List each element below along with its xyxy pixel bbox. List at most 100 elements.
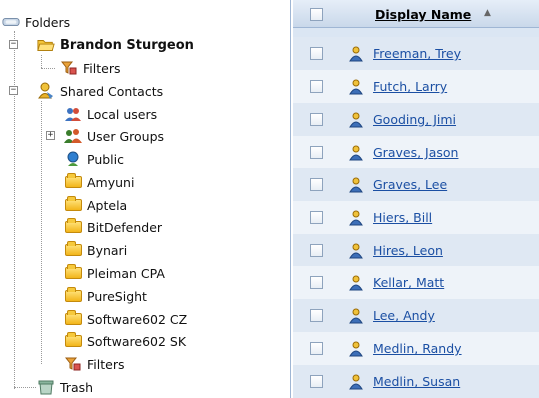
tree-item-folders[interactable]: Folders: [2, 11, 70, 33]
collapse-toggle-icon[interactable]: −: [9, 86, 18, 95]
row-checkbox[interactable]: [310, 80, 323, 93]
row-checkbox[interactable]: [310, 211, 323, 224]
tree-item-label: Bynari: [87, 242, 128, 258]
contact-name-link[interactable]: Medlin, Randy: [373, 341, 462, 356]
contact-row[interactable]: Medlin, Randy: [293, 332, 539, 365]
tree-item-label: Public: [87, 151, 124, 167]
folder-icon: [64, 264, 82, 281]
tree-item-local-users[interactable]: Local users: [64, 103, 157, 125]
contact-person-icon: [349, 112, 363, 128]
tree-item-label: Trash: [60, 379, 94, 395]
open-folder-icon: [37, 37, 55, 53]
row-checkbox[interactable]: [310, 309, 323, 322]
folder-icon: [64, 332, 82, 349]
contact-row[interactable]: Graves, Lee: [293, 168, 539, 201]
row-checkbox[interactable]: [310, 178, 323, 191]
contact-person-icon: [349, 79, 363, 95]
row-checkbox[interactable]: [310, 342, 323, 355]
contact-name-link[interactable]: Hiers, Bill: [373, 210, 432, 225]
tree-connector: [41, 101, 42, 364]
contact-name-link[interactable]: Gooding, Jimi: [373, 112, 456, 127]
row-checkbox[interactable]: [310, 47, 323, 60]
contact-name-link[interactable]: Kellar, Matt: [373, 275, 444, 290]
tree-item-pleiman-cpa[interactable]: Pleiman CPA: [64, 262, 165, 284]
tree-item-software602-sk[interactable]: Software602 SK: [64, 330, 186, 352]
row-checkbox[interactable]: [310, 276, 323, 289]
tree-item-user-groups[interactable]: User Groups: [64, 125, 164, 147]
tree-item-label: Software602 CZ: [87, 311, 188, 327]
tree-item-aptela[interactable]: Aptela: [64, 194, 127, 216]
contact-row[interactable]: Medlin, Susan: [293, 365, 539, 398]
tree-item-filters[interactable]: Filters: [64, 353, 124, 375]
tree-item-software602-cz[interactable]: Software602 CZ: [64, 308, 187, 330]
folders-root-icon: [2, 14, 20, 30]
contact-person-icon: [349, 374, 363, 390]
tree-item-label: Folders: [25, 14, 71, 30]
tree-item-brandon-sturgeon[interactable]: Brandon Sturgeon: [37, 34, 194, 56]
tree-item-label: Filters: [83, 60, 121, 76]
tree-item-filters[interactable]: Filters: [60, 57, 120, 79]
contact-name-link[interactable]: Lee, Andy: [373, 308, 435, 323]
contact-person-icon: [349, 275, 363, 291]
grid-header: Display Name ▲: [293, 0, 539, 28]
user-groups-icon: [64, 128, 82, 144]
filter-icon: [64, 356, 82, 372]
sort-ascending-icon: ▲: [484, 8, 491, 18]
tree-item-label: PureSight: [87, 288, 147, 304]
contact-row[interactable]: Hires, Leon: [293, 234, 539, 267]
row-checkbox[interactable]: [310, 244, 323, 257]
contact-person-icon: [349, 177, 363, 193]
folder-icon: [64, 218, 82, 235]
tree-connector: [41, 68, 55, 69]
local-users-icon: [64, 106, 82, 122]
contact-person-icon: [349, 243, 363, 259]
contact-row[interactable]: Hiers, Bill: [293, 201, 539, 234]
tree-item-label: User Groups: [87, 128, 165, 144]
contact-row[interactable]: Futch, Larry: [293, 70, 539, 103]
select-all-checkbox[interactable]: [310, 8, 323, 21]
contact-person-icon: [349, 145, 363, 161]
tree-item-label: Shared Contacts: [60, 83, 164, 99]
contact-row[interactable]: Lee, Andy: [293, 299, 539, 332]
tree-connector: [14, 387, 36, 388]
contact-name-link[interactable]: Graves, Lee: [373, 177, 447, 192]
tree-item-label: Amyuni: [87, 174, 135, 190]
tree-item-label: BitDefender: [87, 219, 163, 235]
tree-item-puresight[interactable]: PureSight: [64, 285, 147, 307]
contact-name-link[interactable]: Hires, Leon: [373, 243, 443, 258]
tree-connector: [41, 55, 42, 68]
expand-toggle-icon[interactable]: +: [46, 131, 55, 140]
contact-name-link[interactable]: Freeman, Trey: [373, 46, 461, 61]
folder-icon: [64, 287, 82, 304]
public-icon: [64, 151, 82, 167]
contact-row[interactable]: Freeman, Trey: [293, 37, 539, 70]
folder-icon: [64, 241, 82, 258]
row-checkbox[interactable]: [310, 146, 323, 159]
contact-person-icon: [349, 341, 363, 357]
contact-name-link[interactable]: Futch, Larry: [373, 79, 447, 94]
contact-person-icon: [349, 210, 363, 226]
tree-item-bynari[interactable]: Bynari: [64, 239, 127, 261]
tree-item-label: Local users: [87, 106, 158, 122]
folder-icon: [64, 196, 82, 213]
trash-icon: [37, 379, 55, 395]
shared-contacts-icon: [37, 82, 55, 99]
row-checkbox[interactable]: [310, 113, 323, 126]
display-name-column-header[interactable]: Display Name: [375, 7, 471, 22]
contact-row[interactable]: Graves, Jason: [293, 136, 539, 169]
row-checkbox[interactable]: [310, 375, 323, 388]
folder-icon: [64, 310, 82, 327]
contact-person-icon: [349, 46, 363, 62]
tree-item-trash[interactable]: Trash: [37, 376, 93, 398]
contact-name-link[interactable]: Medlin, Susan: [373, 374, 460, 389]
tree-item-public[interactable]: Public: [64, 148, 124, 170]
collapse-toggle-icon[interactable]: −: [9, 40, 18, 49]
tree-item-shared-contacts[interactable]: Shared Contacts: [37, 80, 163, 102]
tree-item-amyuni[interactable]: Amyuni: [64, 171, 134, 193]
tree-item-bitdefender[interactable]: BitDefender: [64, 216, 162, 238]
contact-row[interactable]: Kellar, Matt: [293, 266, 539, 299]
contact-name-link[interactable]: Graves, Jason: [373, 145, 458, 160]
tree-item-label: Brandon Sturgeon: [60, 37, 194, 53]
contact-row[interactable]: Gooding, Jimi: [293, 103, 539, 136]
contact-person-icon: [349, 308, 363, 324]
